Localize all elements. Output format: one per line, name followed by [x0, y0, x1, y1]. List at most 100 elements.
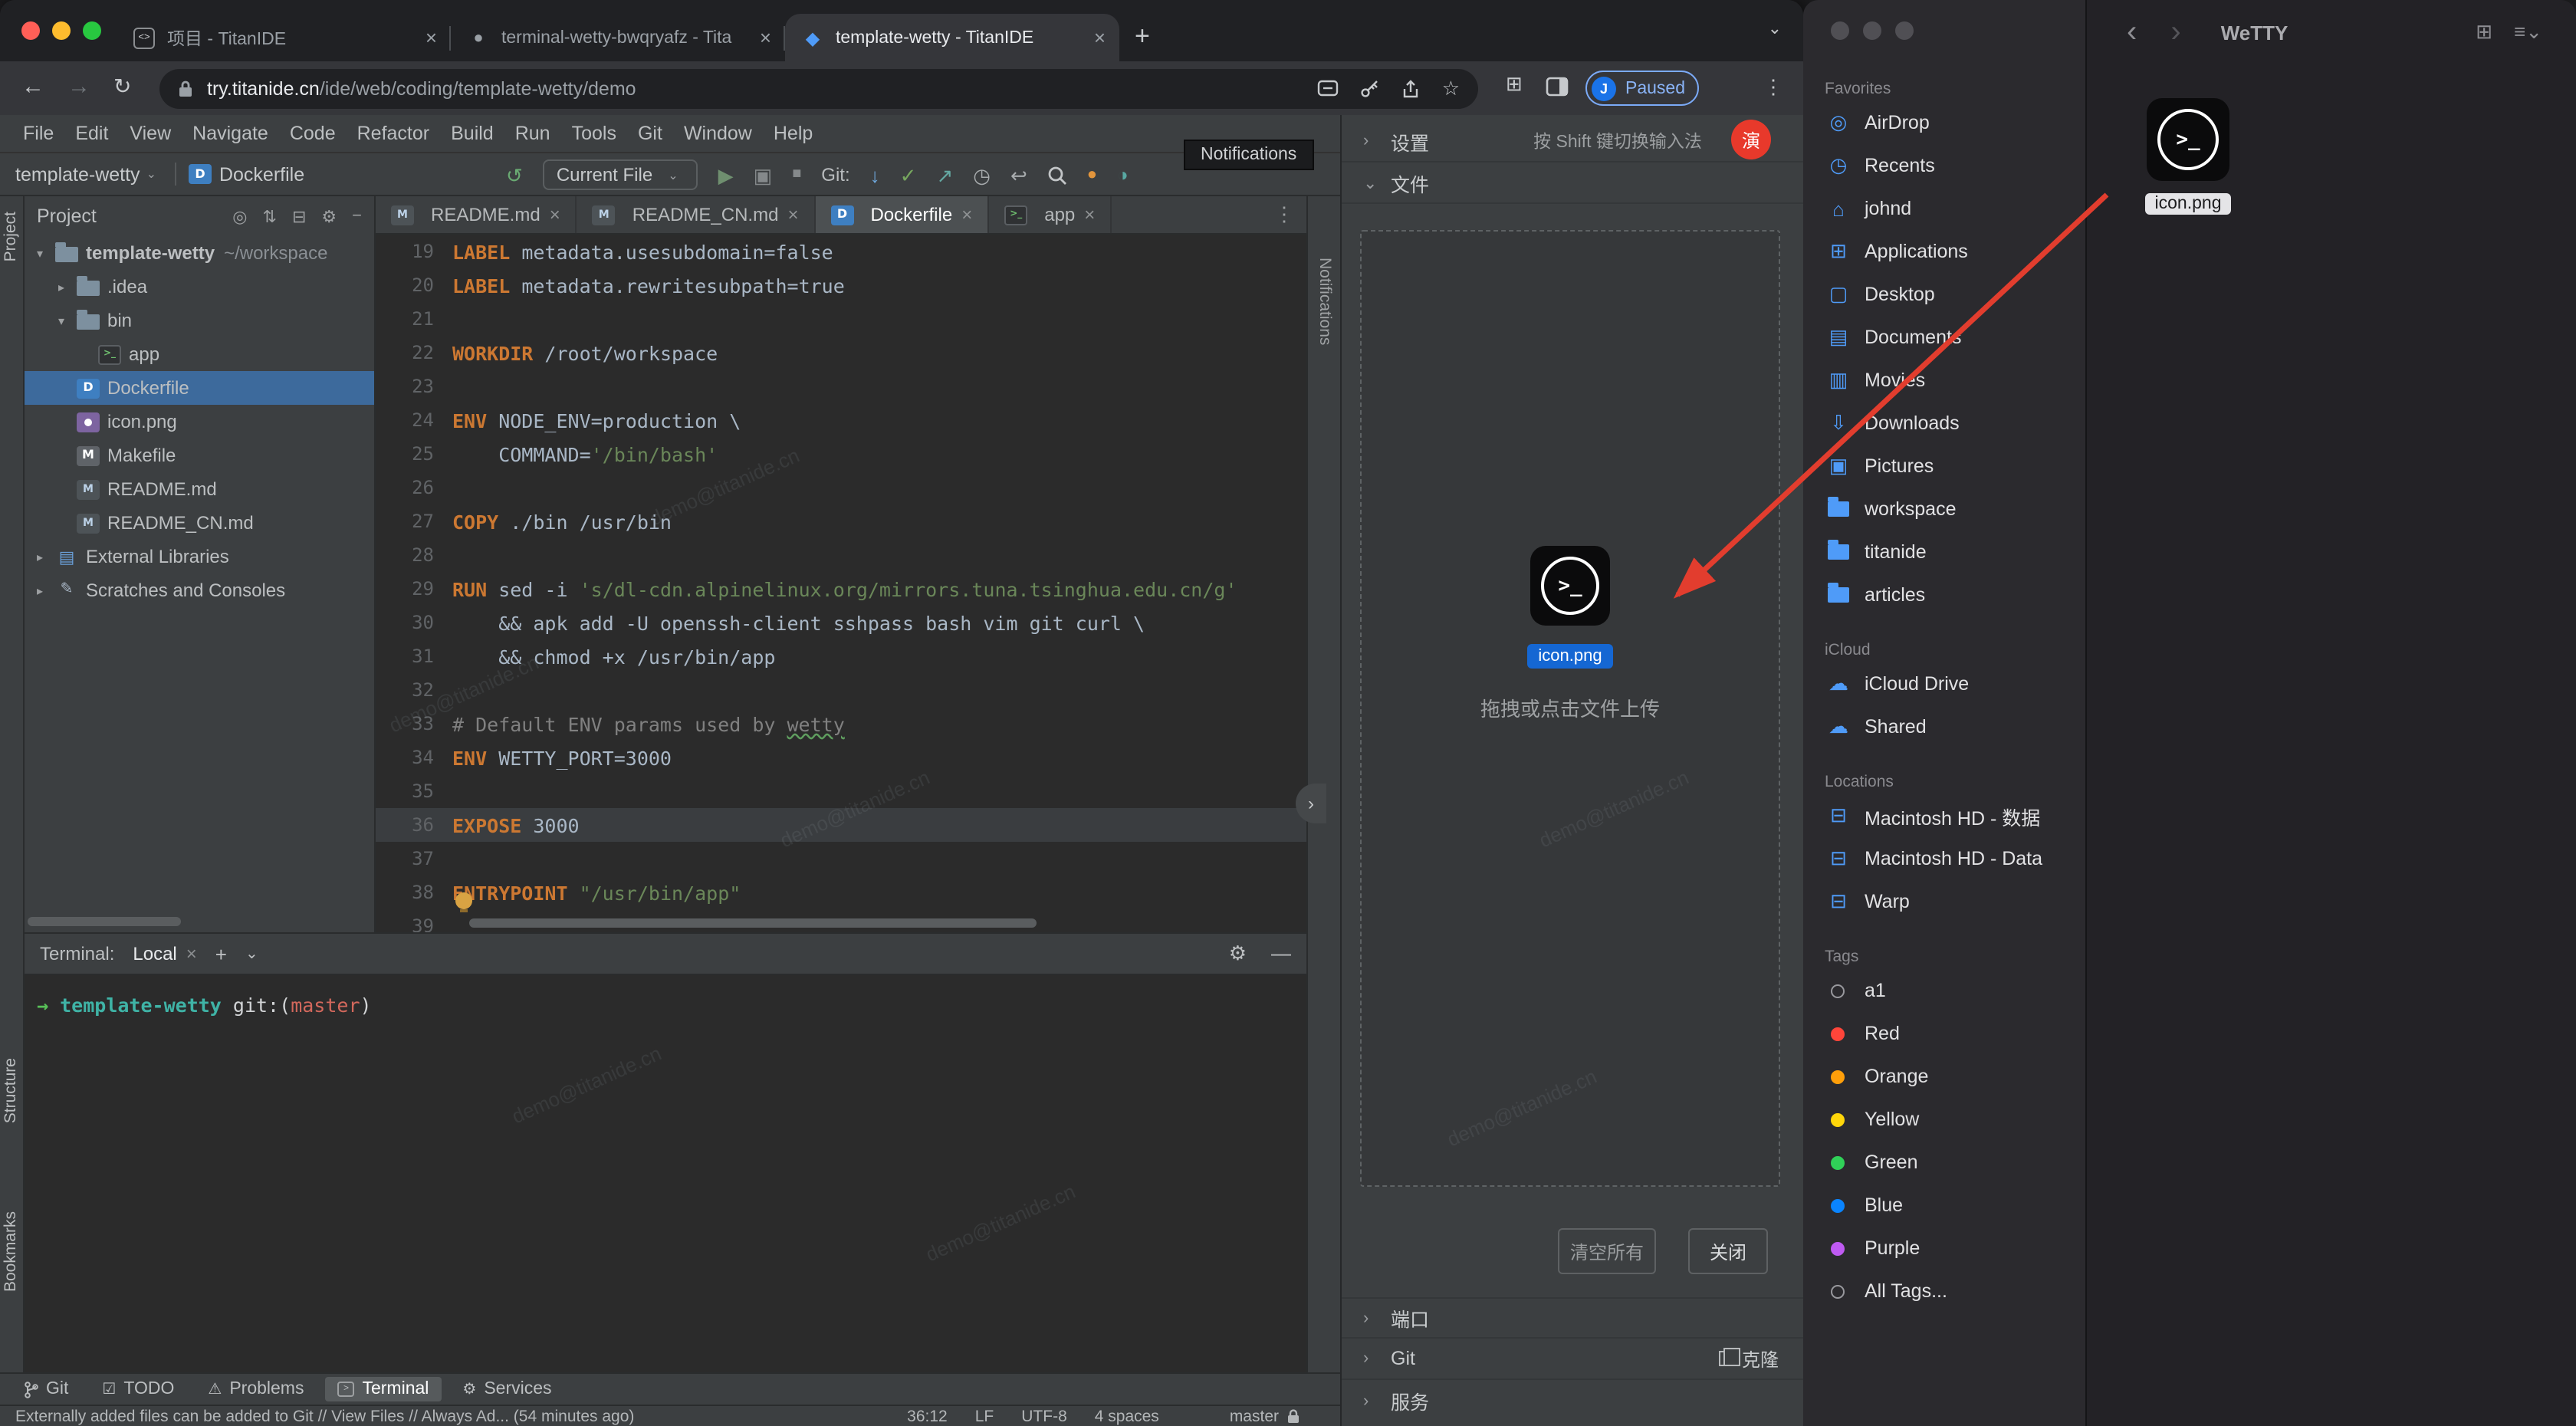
- tab-close-icon[interactable]: ×: [961, 204, 972, 225]
- panel-section-ports[interactable]: › 端口: [1342, 1297, 1803, 1339]
- sidebar-item-titanide[interactable]: titanide: [1803, 531, 2085, 573]
- settings-gear-icon[interactable]: ⚙: [321, 206, 337, 226]
- sidebar-item-recents[interactable]: ◷Recents: [1803, 144, 2085, 187]
- new-terminal-icon[interactable]: +: [215, 942, 227, 965]
- close-button[interactable]: 关闭: [1688, 1228, 1768, 1274]
- chevron-icon[interactable]: ▸: [37, 583, 55, 597]
- code-area[interactable]: 19LABEL metadata.usesubdomain=false20LAB…: [376, 235, 1306, 932]
- breadcrumb[interactable]: Dockerfile: [219, 163, 304, 185]
- caret-position[interactable]: 36:12: [907, 1407, 948, 1425]
- list-view-icon[interactable]: ≡⌄: [2514, 20, 2542, 44]
- password-key-icon[interactable]: [1361, 80, 1381, 98]
- finder-file-item[interactable]: >_ icon.png: [2147, 98, 2229, 215]
- sidebar-item-green[interactable]: Green: [1803, 1141, 2085, 1184]
- tree-item[interactable]: MREADME.md: [25, 472, 374, 506]
- sidebar-item-documents[interactable]: ▤Documents: [1803, 316, 2085, 359]
- editor-hscrollbar[interactable]: [469, 918, 1037, 928]
- menu-code[interactable]: Code: [279, 123, 347, 144]
- menu-navigate[interactable]: Navigate: [182, 123, 279, 144]
- sync-icon[interactable]: ↺: [506, 165, 523, 185]
- tree-item[interactable]: ▾bin: [25, 304, 374, 337]
- tool-button-bookmarks[interactable]: Bookmarks: [2, 1211, 20, 1292]
- forward-icon[interactable]: ›: [2170, 15, 2180, 50]
- back-icon[interactable]: ←: [21, 74, 44, 100]
- sidebar-item-desktop[interactable]: ▢Desktop: [1803, 273, 2085, 316]
- menu-help[interactable]: Help: [763, 123, 823, 144]
- more-options-icon[interactable]: ⋮: [1274, 196, 1306, 233]
- sidebar-item-orange[interactable]: Orange: [1803, 1055, 2085, 1098]
- tree-item[interactable]: ▸✎Scratches and Consoles: [25, 573, 374, 607]
- sidebar-item-movies[interactable]: ▥Movies: [1803, 359, 2085, 402]
- tab-close-icon[interactable]: ×: [550, 204, 560, 225]
- sidebar-item-red[interactable]: Red: [1803, 1012, 2085, 1055]
- tab-close-icon[interactable]: ×: [760, 26, 771, 49]
- zoom-window-icon[interactable]: [1895, 21, 1914, 40]
- extensions-puzzle-icon[interactable]: ⊞: [1506, 72, 1523, 97]
- file-encoding[interactable]: UTF-8: [1021, 1407, 1067, 1425]
- close-window-icon[interactable]: [21, 21, 40, 40]
- chevron-icon[interactable]: ▾: [37, 246, 55, 260]
- sort-icon[interactable]: ⇅: [263, 206, 277, 226]
- forward-icon[interactable]: →: [67, 74, 90, 100]
- close-window-icon[interactable]: [1831, 21, 1849, 40]
- sidebar-item-macintosh-hd-[interactable]: ⊟Macintosh HD - 数据: [1803, 794, 2085, 837]
- grid-view-icon[interactable]: ⊞: [2476, 20, 2492, 44]
- clear-all-button[interactable]: 清空所有: [1558, 1228, 1656, 1274]
- menu-build[interactable]: Build: [440, 123, 504, 144]
- collab-icon[interactable]: ◑: [1117, 166, 1129, 184]
- sidebar-item-all-tags-[interactable]: All Tags...: [1803, 1270, 2085, 1313]
- chevron-down-icon[interactable]: ⌄: [245, 945, 258, 962]
- zoom-window-icon[interactable]: [83, 21, 101, 40]
- menu-git[interactable]: Git: [627, 123, 673, 144]
- side-panel-icon[interactable]: [1546, 77, 1569, 97]
- menu-refactor[interactable]: Refactor: [347, 123, 441, 144]
- tab-close-icon[interactable]: ×: [186, 943, 197, 964]
- intention-bulb-icon[interactable]: [455, 892, 472, 909]
- panel-section-services[interactable]: › 服务: [1342, 1380, 1803, 1421]
- sidebar-item-workspace[interactable]: workspace: [1803, 488, 2085, 531]
- tab-close-icon[interactable]: ×: [787, 204, 798, 225]
- browser-tab[interactable]: ●terminal-wetty-bwqryafz - Tita×: [451, 14, 785, 61]
- reload-icon[interactable]: ↻: [113, 74, 131, 100]
- minimize-panel-icon[interactable]: —: [1271, 941, 1291, 966]
- status-message[interactable]: Externally added files can be added to G…: [15, 1407, 634, 1425]
- tool-button-structure[interactable]: Structure: [2, 1058, 20, 1123]
- git-update-icon[interactable]: ↓: [870, 165, 880, 185]
- sidebar-item-a1[interactable]: a1: [1803, 969, 2085, 1012]
- browser-tab[interactable]: <>项目 - TitanIDE×: [117, 14, 451, 61]
- sidebar-item-blue[interactable]: Blue: [1803, 1184, 2085, 1227]
- git-commit-icon[interactable]: ✓: [900, 165, 917, 185]
- sidebar-item-airdrop[interactable]: ◎AirDrop: [1803, 101, 2085, 144]
- undo-icon[interactable]: ↩: [1010, 165, 1027, 185]
- editor-tab[interactable]: >_app×: [989, 196, 1112, 233]
- sidebar-item-icloud-drive[interactable]: ☁iCloud Drive: [1803, 662, 2085, 705]
- sidebar-item-shared[interactable]: ☁Shared: [1803, 705, 2085, 748]
- sidebar-item-purple[interactable]: Purple: [1803, 1227, 2085, 1270]
- tab-close-icon[interactable]: ×: [1084, 204, 1095, 225]
- tree-item[interactable]: MREADME_CN.md: [25, 506, 374, 540]
- minimize-window-icon[interactable]: [1863, 21, 1881, 40]
- sidebar-item-macintosh-hd-data[interactable]: ⊟Macintosh HD - Data: [1803, 837, 2085, 880]
- tree-item[interactable]: ▸.idea: [25, 270, 374, 304]
- minimize-window-icon[interactable]: [52, 21, 71, 40]
- editor-tab[interactable]: MREADME_CN.md×: [577, 196, 816, 233]
- tool-tab-terminal[interactable]: >Terminal: [325, 1377, 441, 1401]
- chevron-icon[interactable]: ▸: [37, 550, 55, 564]
- sidebar-item-warp[interactable]: ⊟Warp: [1803, 880, 2085, 923]
- bookmark-star-icon[interactable]: ☆: [1442, 77, 1460, 101]
- chevron-icon[interactable]: ▾: [58, 314, 77, 327]
- menu-run[interactable]: Run: [504, 123, 561, 144]
- terminal-tab[interactable]: Local×: [133, 943, 196, 964]
- menu-edit[interactable]: Edit: [64, 123, 119, 144]
- collapse-all-icon[interactable]: ⊟: [292, 206, 306, 226]
- menu-view[interactable]: View: [119, 123, 182, 144]
- tool-button-notifications[interactable]: Notifications: [1316, 258, 1334, 345]
- tree-item[interactable]: icon.png: [25, 405, 374, 439]
- run-config-dropdown[interactable]: Current File⌄: [543, 159, 698, 190]
- tree-item[interactable]: ▸▤External Libraries: [25, 540, 374, 573]
- tree-item[interactable]: ▾template-wetty ~/workspace: [25, 236, 374, 270]
- sidebar-item-applications[interactable]: ⊞Applications: [1803, 230, 2085, 273]
- history-icon[interactable]: ◷: [973, 165, 991, 185]
- sidebar-item-johnd[interactable]: ⌂johnd: [1803, 187, 2085, 230]
- tab-search-icon[interactable]: ⌄: [1768, 18, 1782, 38]
